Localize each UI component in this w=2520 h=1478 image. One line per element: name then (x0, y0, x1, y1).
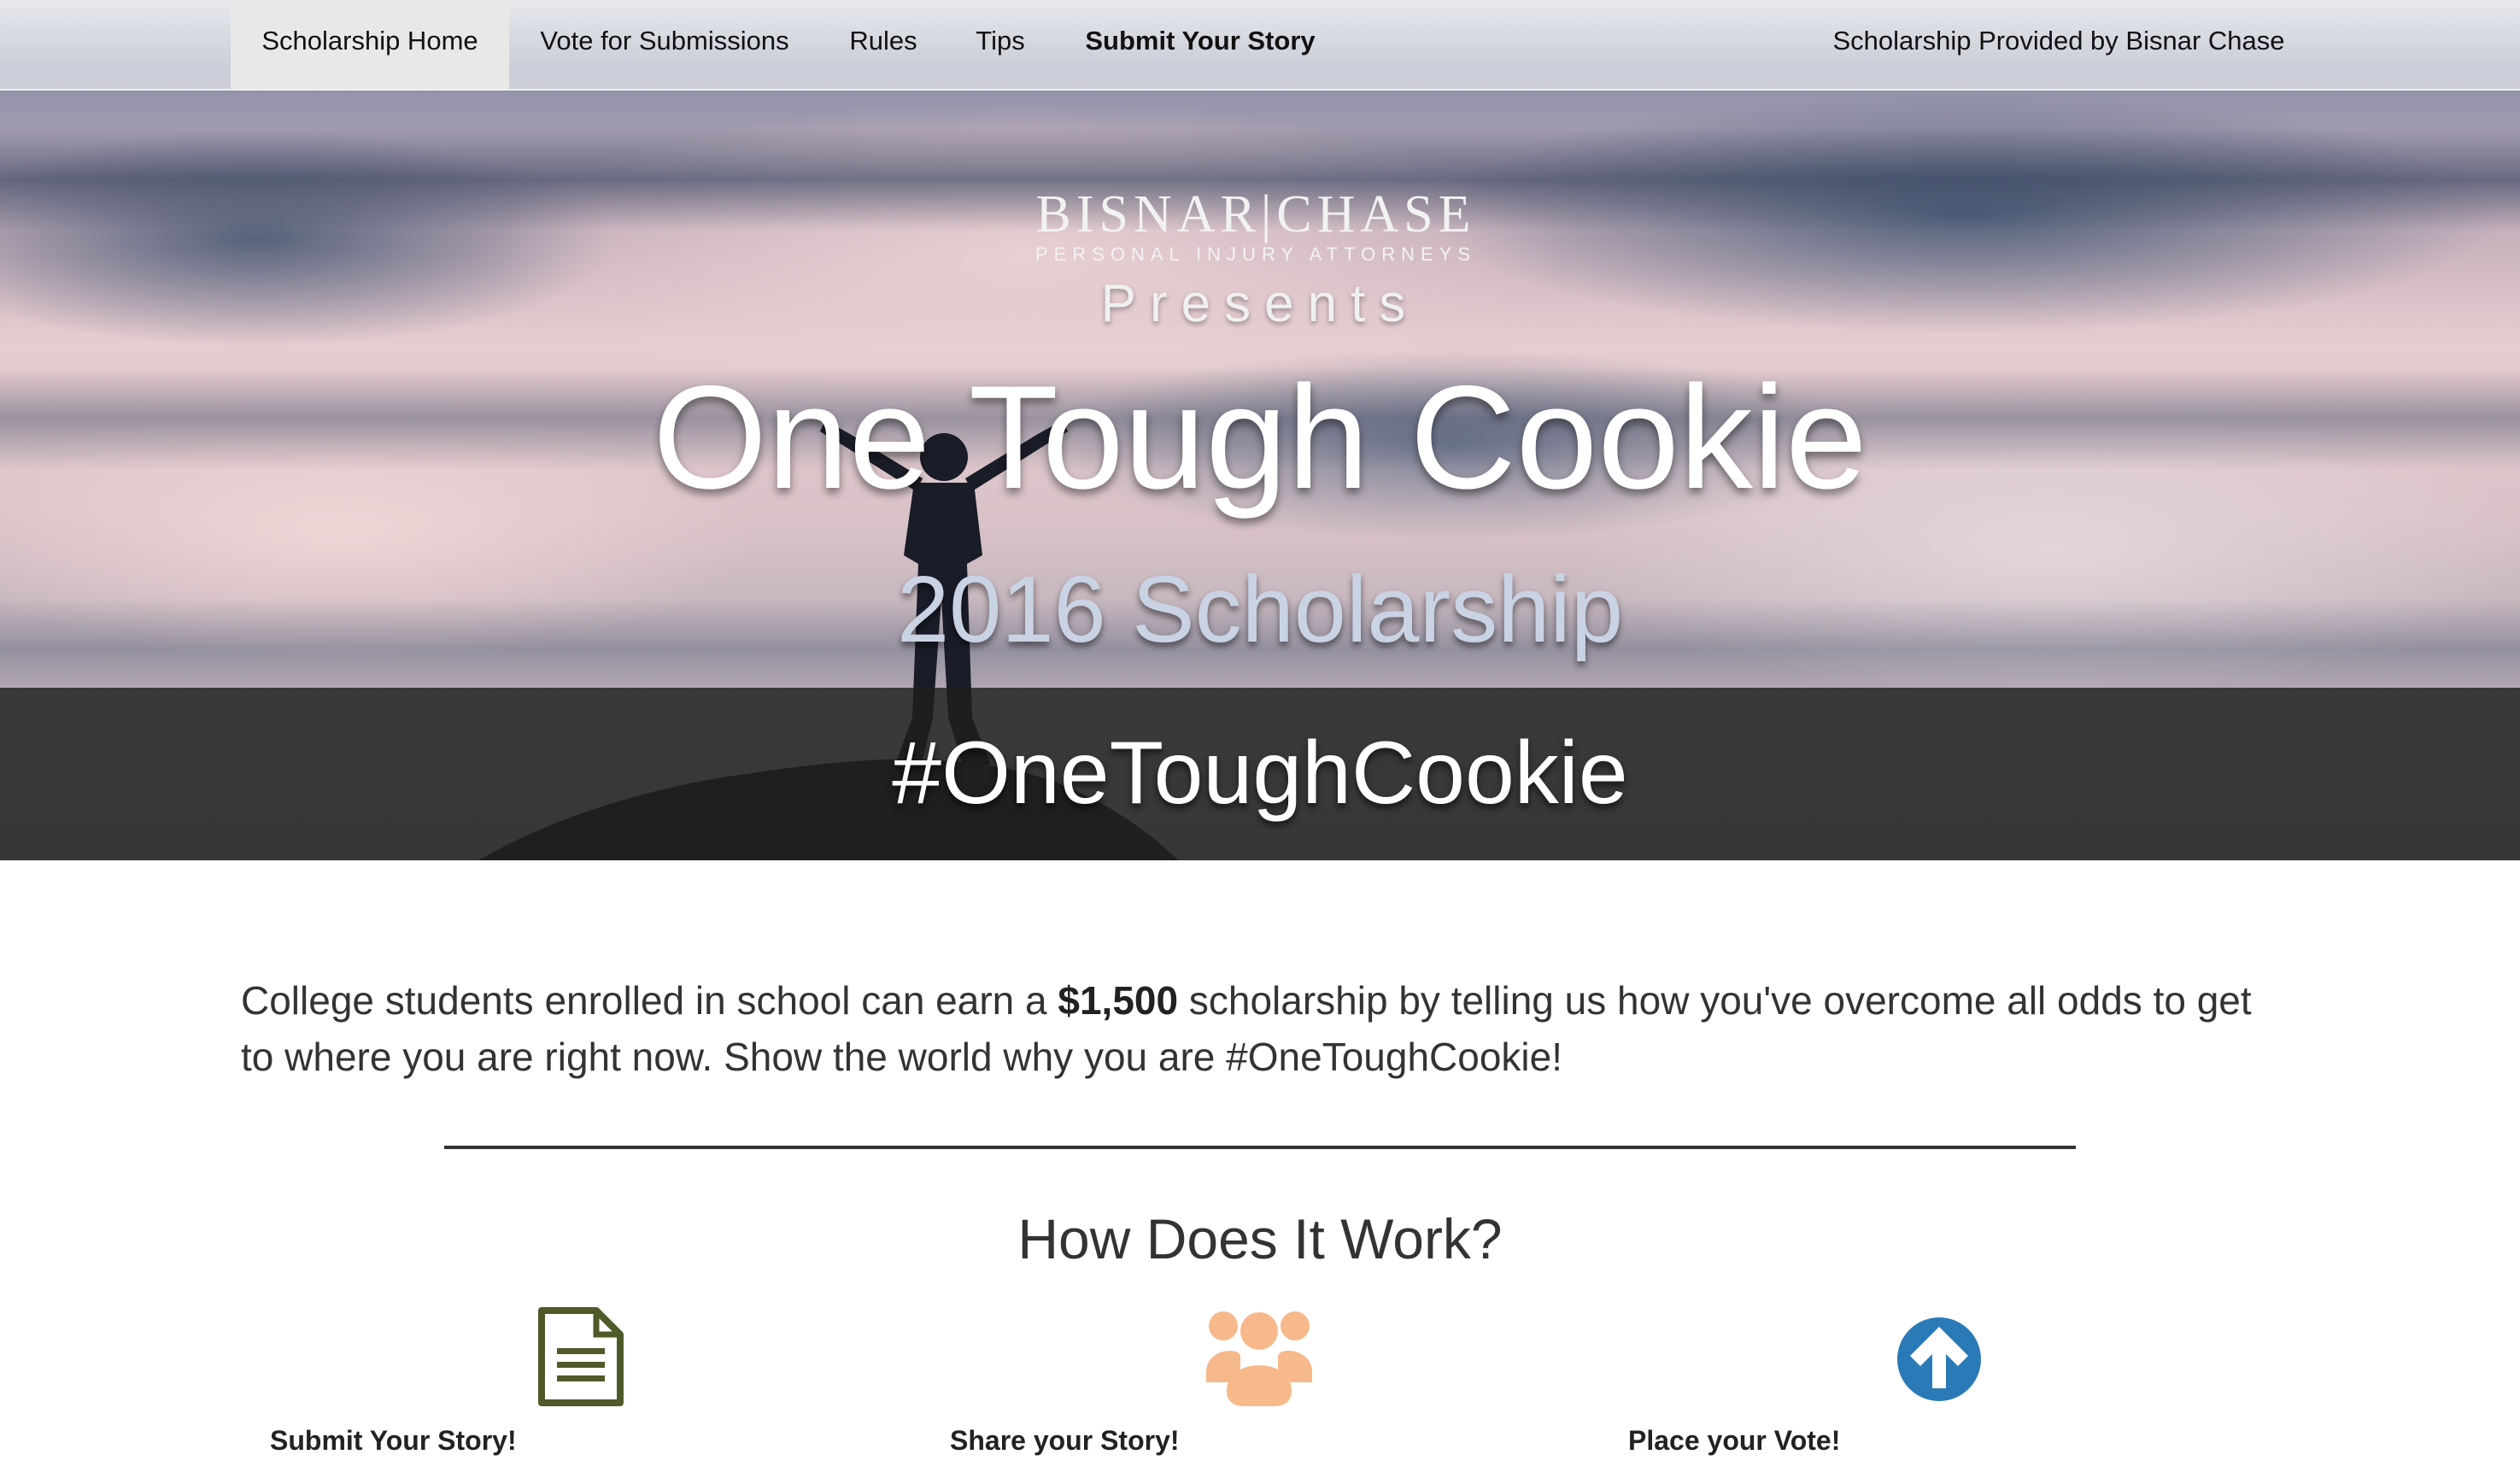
section-divider (444, 1146, 2076, 1149)
how-it-works-heading: How Does It Work? (1017, 1207, 1503, 1270)
nav-submit-your-story[interactable]: Submit Your Story (1054, 0, 1346, 89)
hero-title: One Tough Cookie (653, 355, 1867, 519)
nav-scholarship-provider[interactable]: Scholarship Provided by Bisnar Chase (1802, 0, 2315, 89)
top-navigation: Scholarship Home Vote for Submissions Ru… (0, 0, 2520, 91)
hero-subtitle: 2016 Scholarship (896, 557, 1624, 662)
nav-rules[interactable]: Rules (820, 0, 946, 89)
step-label-vote: Place your Vote! (1628, 1425, 1841, 1456)
nav-vote-for-submissions[interactable]: Vote for Submissions (509, 0, 820, 89)
nav-scholarship-home[interactable]: Scholarship Home (231, 0, 509, 89)
bisnar-chase-logo: BISNAR|CHASE PERSONAL INJURY ATTORNEYS (1034, 188, 1478, 267)
hero-banner: BISNAR|CHASE PERSONAL INJURY ATTORNEYS P… (0, 0, 2520, 860)
hero-hashtag: #OneToughCookie (892, 724, 1628, 823)
nav-tips[interactable]: Tips (946, 0, 1054, 89)
logo-name: BISNAR|CHASE (1035, 185, 1476, 243)
arrow-up-circle-icon (1897, 1317, 1981, 1401)
step-label-submit: Submit Your Story! (270, 1425, 517, 1456)
step-label-share: Share your Story! (950, 1425, 1180, 1456)
group-icon (1206, 1311, 1312, 1406)
intro-text-before: College students enrolled in school can … (241, 978, 1058, 1023)
presents-text: Presents (1100, 274, 1420, 333)
scholarship-amount: $1,500 (1058, 978, 1179, 1023)
document-icon (538, 1307, 624, 1406)
intro-paragraph: College students enrolled in school can … (241, 972, 2291, 1085)
logo-subtitle: PERSONAL INJURY ATTORNEYS (1034, 243, 1477, 265)
